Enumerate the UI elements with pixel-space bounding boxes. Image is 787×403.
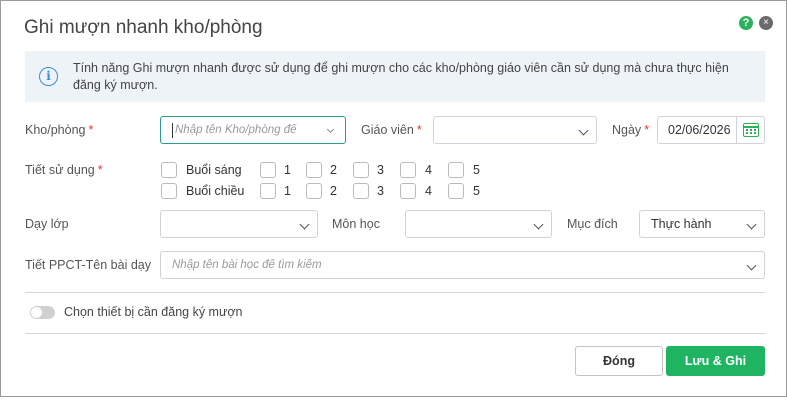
info-box: i Tính năng Ghi mượn nhanh được sử dụng … [25, 51, 765, 102]
divider [25, 333, 765, 334]
close-icon[interactable]: × [759, 16, 773, 30]
afternoon-period-4-checkbox[interactable] [400, 183, 416, 199]
period-label: 2 [330, 163, 337, 177]
afternoon-period-5-checkbox[interactable] [448, 183, 464, 199]
afternoon-label: Buổi chiều [186, 184, 245, 198]
room-placeholder: Nhập tên Kho/phòng để [175, 124, 297, 136]
room-label-text: Kho/phòng [25, 123, 86, 137]
lesson-select[interactable]: Nhập tên bài học để tìm kiếm [160, 251, 765, 279]
equipment-toggle[interactable] [30, 306, 55, 319]
period-label: 1 [284, 163, 291, 177]
chevron-down-icon [326, 125, 335, 134]
morning-label: Buổi sáng [186, 163, 242, 177]
morning-checkbox[interactable] [161, 162, 177, 178]
morning-period-4-checkbox[interactable] [400, 162, 416, 178]
teacher-label-text: Giáo viên [361, 123, 414, 137]
room-select[interactable]: Nhập tên Kho/phòng để [160, 116, 346, 144]
afternoon-period-3-checkbox[interactable] [353, 183, 369, 199]
afternoon-period-1-checkbox[interactable] [260, 183, 276, 199]
purpose-label: Mục đích [567, 217, 618, 231]
required-mark: * [416, 123, 422, 137]
period-label: 4 [425, 184, 432, 198]
afternoon-checkbox[interactable] [161, 183, 177, 199]
period-label: 3 [377, 163, 384, 177]
period-label: 2 [330, 184, 337, 198]
class-label: Dạy lớp [25, 217, 69, 231]
subject-select[interactable] [405, 210, 552, 238]
morning-period-5-checkbox[interactable] [448, 162, 464, 178]
text-cursor [172, 123, 173, 138]
period-label: 5 [473, 163, 480, 177]
date-label: Ngày * [612, 123, 649, 137]
chevron-down-icon [533, 219, 544, 230]
purpose-select[interactable]: Thực hành [639, 210, 765, 238]
chevron-down-icon [746, 219, 757, 230]
chevron-down-icon [578, 125, 589, 136]
morning-period-1-checkbox[interactable] [260, 162, 276, 178]
date-label-text: Ngày [612, 123, 642, 137]
required-mark: * [88, 123, 94, 137]
date-input[interactable]: 02/06/2026 [657, 116, 765, 144]
equipment-toggle-label: Chọn thiết bị cần đăng ký mượn [64, 305, 243, 319]
required-mark: * [644, 123, 650, 137]
lesson-label: Tiết PPCT-Tên bài dạy [25, 258, 151, 272]
room-label: Kho/phòng * [25, 123, 93, 137]
info-icon: i [39, 67, 58, 86]
close-button[interactable]: Đóng [575, 346, 663, 376]
periods-label: Tiết sử dụng * [25, 163, 103, 177]
teacher-label: Giáo viên * [361, 123, 422, 137]
chevron-down-icon [746, 260, 757, 271]
help-icon[interactable]: ? [739, 16, 753, 30]
period-label: 5 [473, 184, 480, 198]
save-borrow-button[interactable]: Lưu & Ghi mượn [666, 346, 765, 396]
date-value: 02/06/2026 [668, 123, 731, 137]
purpose-value: Thực hành [651, 217, 712, 231]
calendar-icon[interactable] [736, 117, 764, 143]
divider [25, 292, 765, 293]
morning-period-2-checkbox[interactable] [306, 162, 322, 178]
info-text: Tính năng Ghi mượn nhanh được sử dụng để… [73, 61, 729, 92]
chevron-down-icon [299, 219, 310, 230]
dialog-title: Ghi mượn nhanh kho/phòng [24, 17, 263, 38]
class-select[interactable] [160, 210, 318, 238]
teacher-select[interactable] [433, 116, 597, 144]
afternoon-period-2-checkbox[interactable] [306, 183, 322, 199]
required-mark: * [97, 163, 103, 177]
periods-label-text: Tiết sử dụng [25, 163, 95, 177]
period-label: 4 [425, 163, 432, 177]
period-label: 1 [284, 184, 291, 198]
quick-borrow-dialog: Ghi mượn nhanh kho/phòng ? × i Tính năng… [0, 0, 787, 397]
lesson-placeholder: Nhập tên bài học để tìm kiếm [172, 259, 322, 271]
morning-period-3-checkbox[interactable] [353, 162, 369, 178]
subject-label: Môn học [332, 217, 380, 231]
period-label: 3 [377, 184, 384, 198]
